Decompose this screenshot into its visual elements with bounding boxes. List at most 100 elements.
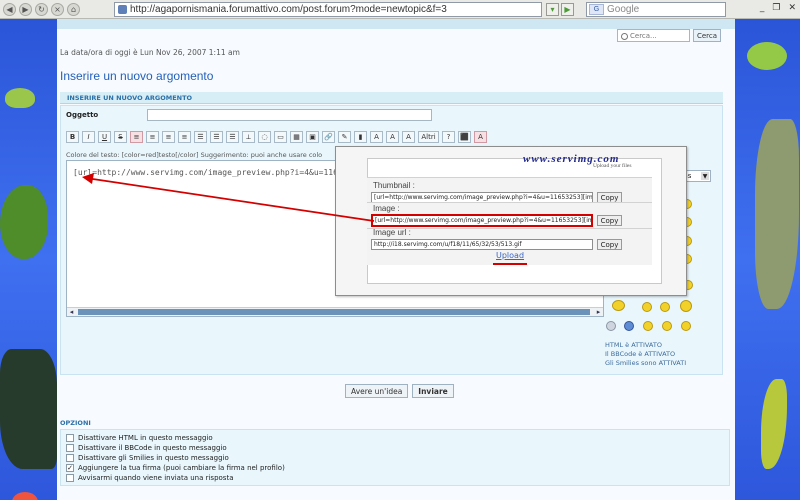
align-right-button[interactable]: ≡ [162,131,175,143]
image-code-field[interactable]: [url=http://www.servimg.com/image_previe… [371,214,593,227]
minimize-icon[interactable]: _ [760,3,765,13]
editor-text: [url=http://www.servimg.com/image_previe… [73,168,348,177]
subject-field[interactable] [147,109,432,121]
smiley-icon[interactable] [612,300,625,311]
hr-button[interactable]: ☰ [226,131,239,143]
option-label: Avvisarmi quando viene inviata una rispo… [78,474,234,482]
checked-checkbox[interactable]: ✓ [66,464,74,472]
leaf-decoration [0,185,48,259]
parrot-decoration [5,88,35,108]
preview-button[interactable]: Avere un'idea [345,384,409,398]
address-bar[interactable]: http://agapornismania.forumattivo.com/po… [114,2,542,17]
thumbnail-label: Thumbnail : [373,181,415,190]
servimg-logo: www.servimg.com Upload your files [523,153,632,169]
google-search-icon: G [589,4,604,15]
editor-toolbar: B I U S ≡ ≡ ≡ ≡ ☰ ☰ ☰ ⟂ ◌ ▭ ▦ ▣ 🔗 ✎ ▮ A … [66,131,487,143]
upload-link[interactable]: Upload [496,251,524,260]
browser-search-placeholder: Google [607,4,640,15]
ordered-list-button[interactable]: ☰ [210,131,223,143]
smiley-icon[interactable] [681,321,691,331]
checkbox[interactable] [66,474,74,482]
quote-button[interactable]: ◌ [258,131,271,143]
smiley-icon[interactable] [660,302,670,312]
stop-icon[interactable]: × [51,3,64,16]
font-size-button[interactable]: A [386,131,399,143]
image-url-field[interactable]: http://i18.servimg.com/u/f18/11/65/32/53… [371,239,593,250]
option-add-signature[interactable]: ✓ Aggiungere la tua firma (puoi cambiare… [66,464,285,472]
align-center-button[interactable]: ≡ [146,131,159,143]
site-favicon-icon [118,5,127,14]
scroll-thumb[interactable] [78,309,590,315]
strike-button[interactable]: S [114,131,127,143]
parrot-decoration-right [747,42,787,70]
forum-search-button[interactable]: Cerca [693,29,721,42]
table-button[interactable]: ▦ [290,131,303,143]
list-button[interactable]: ☰ [194,131,207,143]
forward-icon[interactable]: ▶ [19,3,32,16]
underline-button[interactable]: U [98,131,111,143]
browser-search-box[interactable]: G Google [586,2,726,17]
option-label: Disattivare il BBCode in questo messaggi… [78,444,227,452]
smiley-icon[interactable] [624,321,634,331]
editor-horizontal-scrollbar[interactable]: ◂ ▸ [67,307,603,316]
dropdown-arrow-icon[interactable]: ▾ [546,3,559,16]
format-button[interactable]: A [474,131,487,143]
browser-toolbar: ◀ ▶ ↻ × ⌂ http://agapornismania.forumatt… [0,0,800,19]
window-controls: _ ❐ ✕ [760,3,796,13]
back-icon[interactable]: ◀ [3,3,16,16]
maximize-icon[interactable]: ❐ [772,3,780,13]
more-button[interactable]: Altri [418,131,439,143]
box-button[interactable]: ⬛ [458,131,471,143]
font-button[interactable]: A [370,131,383,143]
address-text: http://agapornismania.forumattivo.com/po… [130,4,447,15]
smiley-icon[interactable] [662,321,672,331]
italic-button[interactable]: I [82,131,95,143]
navigation-buttons: ◀ ▶ ↻ × ⌂ [3,2,80,17]
html-status: HTML è ATTIVATO [605,341,662,349]
copy-image-url-button[interactable]: Copy [597,239,622,250]
option-label: Disattivare gli Smilies in questo messag… [78,454,229,462]
media-button[interactable]: ▮ [354,131,367,143]
smiley-icon[interactable] [606,321,616,331]
scroll-right-icon[interactable]: ▸ [594,308,603,316]
new-topic-panel-header: INSERIRE UN NUOVO ARGOMENTO [60,92,723,104]
go-icon[interactable]: ▶ [561,3,574,16]
help-button[interactable]: ? [442,131,455,143]
font-color-button[interactable]: A [402,131,415,143]
code-button[interactable]: ▭ [274,131,287,143]
link-button[interactable]: 🔗 [322,131,335,143]
chevron-down-icon: ▼ [701,172,709,180]
servimg-tagline: Upload your files [593,163,632,169]
checkbox[interactable] [66,444,74,452]
close-icon[interactable]: ✕ [788,3,796,13]
option-disable-smilies[interactable]: Disattivare gli Smilies in questo messag… [66,454,229,462]
submit-button[interactable]: Inviare [412,384,454,398]
feather-decoration [761,379,787,469]
upload-underline-marker [493,263,527,265]
checkbox[interactable] [66,454,74,462]
option-label: Disattivare HTML in questo messaggio [78,434,213,442]
option-disable-html[interactable]: Disattivare HTML in questo messaggio [66,434,213,442]
scroll-left-icon[interactable]: ◂ [67,308,76,316]
home-icon[interactable]: ⌂ [67,3,80,16]
smiley-icon[interactable] [642,302,652,312]
option-notify-reply[interactable]: Avvisarmi quando viene inviata una rispo… [66,474,234,482]
smiley-icon[interactable] [680,300,692,312]
pencil-button[interactable]: ✎ [338,131,351,143]
bold-button[interactable]: B [66,131,79,143]
smiley-icon[interactable] [643,321,653,331]
option-disable-bbcode[interactable]: Disattivare il BBCode in questo messaggi… [66,444,227,452]
justify-button[interactable]: ≡ [178,131,191,143]
bbcode-status: Il BBCode è ATTIVATO [605,350,676,358]
align-left-button[interactable]: ≡ [130,131,143,143]
copy-image-button[interactable]: Copy [597,215,622,226]
branch-decoration [755,119,799,309]
image-url-label: Image url : [373,228,411,237]
checkbox[interactable] [66,434,74,442]
reload-icon[interactable]: ↻ [35,3,48,16]
forum-search-input[interactable]: Cerca... [617,29,690,42]
image-button[interactable]: ▣ [306,131,319,143]
options-header: OPZIONI [60,419,91,427]
subject-label: Oggetto [66,111,99,119]
sub-button[interactable]: ⟂ [242,131,255,143]
